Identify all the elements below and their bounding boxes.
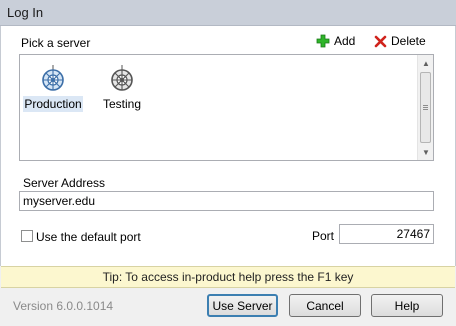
help-button[interactable]: Help <box>371 294 443 317</box>
add-label: Add <box>334 34 356 48</box>
window-title: Log In <box>7 5 44 20</box>
use-server-button[interactable]: Use Server <box>207 294 278 317</box>
default-port-checkbox[interactable] <box>21 230 33 242</box>
server-compass-icon <box>111 65 133 91</box>
tip-text: Tip: To access in-product help press the… <box>102 270 354 284</box>
default-port-label: Use the default port <box>36 230 141 244</box>
server-label-testing: Testing <box>102 97 142 111</box>
vertical-scrollbar[interactable]: ▲ ▼ <box>417 55 433 160</box>
server-item-production[interactable]: Production <box>23 58 83 114</box>
scroll-up-arrow-icon[interactable]: ▲ <box>418 55 434 71</box>
port-input[interactable] <box>339 224 434 244</box>
version-text: Version 6.0.0.1014 <box>13 299 114 313</box>
add-server-button[interactable]: Add <box>316 34 355 48</box>
server-compass-icon <box>42 65 64 91</box>
server-address-label: Server Address <box>23 176 106 190</box>
use-server-label: Use Server <box>212 298 273 313</box>
title-bar: Log In <box>0 0 456 26</box>
plus-icon <box>316 34 330 48</box>
server-item-testing[interactable]: Testing <box>92 58 152 114</box>
cancel-label: Cancel <box>306 298 344 313</box>
server-address-input[interactable] <box>19 191 434 211</box>
delete-x-icon <box>374 35 387 47</box>
port-label: Port <box>312 229 335 243</box>
pick-server-label: Pick a server <box>21 36 91 50</box>
delete-label: Delete <box>391 34 426 48</box>
tip-bar: Tip: To access in-product help press the… <box>1 266 455 288</box>
server-list[interactable]: Production Testing ▲ ▼ <box>19 54 434 161</box>
server-label-production: Production <box>23 96 83 112</box>
scroll-thumb[interactable] <box>420 72 431 143</box>
delete-server-button[interactable]: Delete <box>374 34 426 48</box>
scroll-down-arrow-icon[interactable]: ▼ <box>418 144 434 160</box>
help-label: Help <box>394 298 420 313</box>
cancel-button[interactable]: Cancel <box>289 294 361 317</box>
